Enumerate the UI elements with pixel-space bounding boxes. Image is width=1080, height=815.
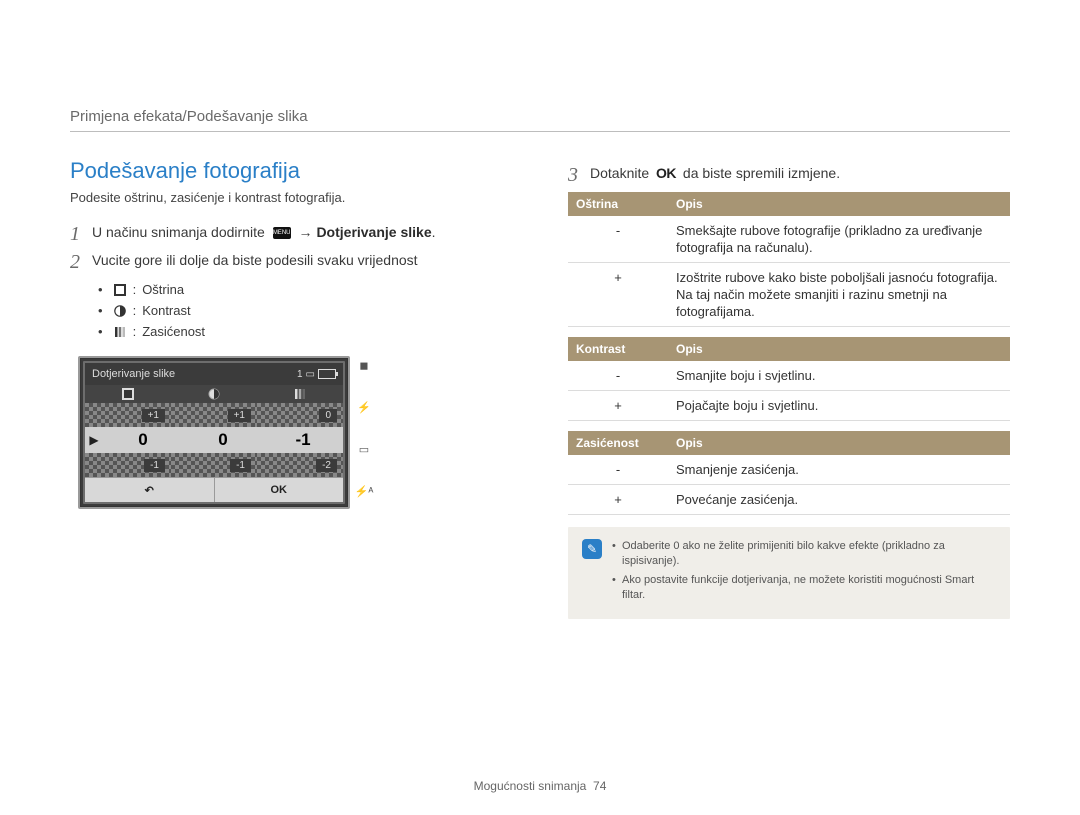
table-row: +Povećanje zasićenja. [568, 485, 1010, 515]
lcd-value: 0 [319, 409, 337, 422]
lcd-count: 1 [297, 369, 303, 380]
table-header: Zasićenost [568, 431, 668, 455]
step-3: 3 Dotaknite OK da biste spremili izmjene… [568, 164, 1010, 186]
step-number: 2 [70, 251, 92, 273]
flash-auto-icon: ⚡ᴬ [356, 484, 372, 498]
table-row: +Pojačajte boju i svjetlinu. [568, 391, 1010, 421]
saturation-icon [113, 325, 127, 339]
table-header: Kontrast [568, 337, 668, 361]
lcd-value: -1 [230, 459, 251, 472]
list-item-contrast: : Kontrast [98, 300, 512, 321]
table-header: Opis [668, 431, 1010, 455]
table-header: Opis [668, 192, 1010, 216]
page-footer: Mogućnosti snimanja 74 [0, 779, 1080, 793]
option-desc: Smanjenje zasićenja. [668, 455, 1010, 485]
step-3-text-b: da biste spremili izmjene. [679, 165, 840, 181]
list-item-saturation: : Zasićenost [98, 321, 512, 342]
table-row: -Smanjenje zasićenja. [568, 455, 1010, 485]
intro-text: Podesite oštrinu, zasićenje i kontrast f… [70, 190, 512, 205]
step-number: 3 [568, 164, 590, 186]
step-3-text-a: Dotaknite [590, 165, 653, 181]
menu-icon: MENU [273, 227, 291, 239]
lcd-value: -2 [316, 459, 337, 472]
option-desc: Smanjite boju i svjetlinu. [668, 361, 1010, 391]
step-number: 1 [70, 223, 92, 245]
saturation-table: ZasićenostOpis -Smanjenje zasićenja. +Po… [568, 431, 1010, 515]
step-1: 1 U načinu snimanja dodirnite MENU → Dot… [70, 223, 512, 245]
sharpness-table: OštrinaOpis -Smekšajte rubove fotografij… [568, 192, 1010, 327]
step-1-period: . [432, 224, 436, 240]
saturation-label: Zasićenost [142, 321, 205, 342]
lcd-selected-value: 0 [103, 430, 183, 450]
contrast-icon [113, 304, 127, 318]
table-header: Opis [668, 337, 1010, 361]
option-key: - [568, 361, 668, 391]
lcd-title: Dotjerivanje slike [92, 368, 175, 380]
contrast-table: KontrastOpis -Smanjite boju i svjetlinu.… [568, 337, 1010, 421]
lcd-value: +1 [228, 409, 251, 422]
table-row: -Smanjite boju i svjetlinu. [568, 361, 1010, 391]
note-item: Ako postavite funkcije dotjerivanja, ne … [612, 573, 996, 603]
arrow-separator: → [295, 224, 317, 240]
mode-icon: ◼ [356, 358, 372, 372]
left-column: Podešavanje fotografija Podesite oštrinu… [70, 158, 512, 619]
adjustment-list: : Oštrina : Kontrast : Zasićenost [98, 279, 512, 342]
option-key: + [568, 391, 668, 421]
option-key: - [568, 216, 668, 263]
option-desc: Pojačajte boju i svjetlinu. [668, 391, 1010, 421]
lcd-value: +1 [142, 409, 165, 422]
note-box: ✎ Odaberite 0 ako ne želite primijeniti … [568, 527, 1010, 619]
memory-icon: ▭ [306, 369, 315, 380]
option-key: + [568, 263, 668, 327]
sharpness-icon [121, 387, 135, 401]
sharpness-label: Oštrina [142, 279, 184, 300]
note-item: Odaberite 0 ako ne želite primijeniti bi… [612, 539, 996, 569]
ok-icon: OK [656, 164, 676, 183]
footer-section: Mogućnosti snimanja [474, 779, 587, 793]
table-header: Oštrina [568, 192, 668, 216]
camera-lcd-preview: Dotjerivanje slike 1▭ +1 +1 [78, 356, 350, 509]
option-desc: Povećanje zasićenja. [668, 485, 1010, 515]
contrast-icon [207, 387, 221, 401]
saturation-icon [293, 387, 307, 401]
right-column: 3 Dotaknite OK da biste spremili izmjene… [568, 158, 1010, 619]
triangle-right-icon: ▶ [85, 433, 103, 447]
lcd-selected-value: 0 [183, 430, 263, 450]
image-icon: ▭ [356, 442, 372, 456]
section-title: Podešavanje fotografija [70, 158, 512, 184]
lcd-side-icons: ◼ ⚡ ▭ ⚡ᴬ [356, 356, 372, 498]
option-key: - [568, 455, 668, 485]
lcd-value: -1 [144, 459, 165, 472]
footer-page: 74 [593, 779, 606, 793]
breadcrumb: Primjena efekata/Podešavanje slika [70, 108, 1010, 132]
option-desc: Smekšajte rubove fotografije (prikladno … [668, 216, 1010, 263]
option-desc: Izoštrite rubove kako biste poboljšali j… [668, 263, 1010, 327]
step-2-text: Vucite gore ili dolje da biste podesili … [92, 251, 512, 270]
sharpness-icon [113, 283, 127, 297]
table-row: -Smekšajte rubove fotografije (prikladno… [568, 216, 1010, 263]
lcd-back-button[interactable]: ↶ [85, 478, 214, 502]
lcd-ok-button[interactable]: OK [214, 478, 344, 502]
step-1-target: Dotjerivanje slike [316, 224, 431, 240]
battery-icon [318, 369, 336, 379]
step-2: 2 Vucite gore ili dolje da biste podesil… [70, 251, 512, 273]
contrast-label: Kontrast [142, 300, 190, 321]
flash-icon: ⚡ [356, 400, 372, 414]
table-row: +Izoštrite rubove kako biste poboljšali … [568, 263, 1010, 327]
lcd-selected-row: ▶ 0 0 -1 [85, 427, 343, 453]
option-key: + [568, 485, 668, 515]
info-icon: ✎ [582, 539, 602, 559]
list-item-sharpness: : Oštrina [98, 279, 512, 300]
step-1-text-a: U načinu snimanja dodirnite [92, 224, 269, 240]
lcd-selected-value: -1 [263, 430, 343, 450]
